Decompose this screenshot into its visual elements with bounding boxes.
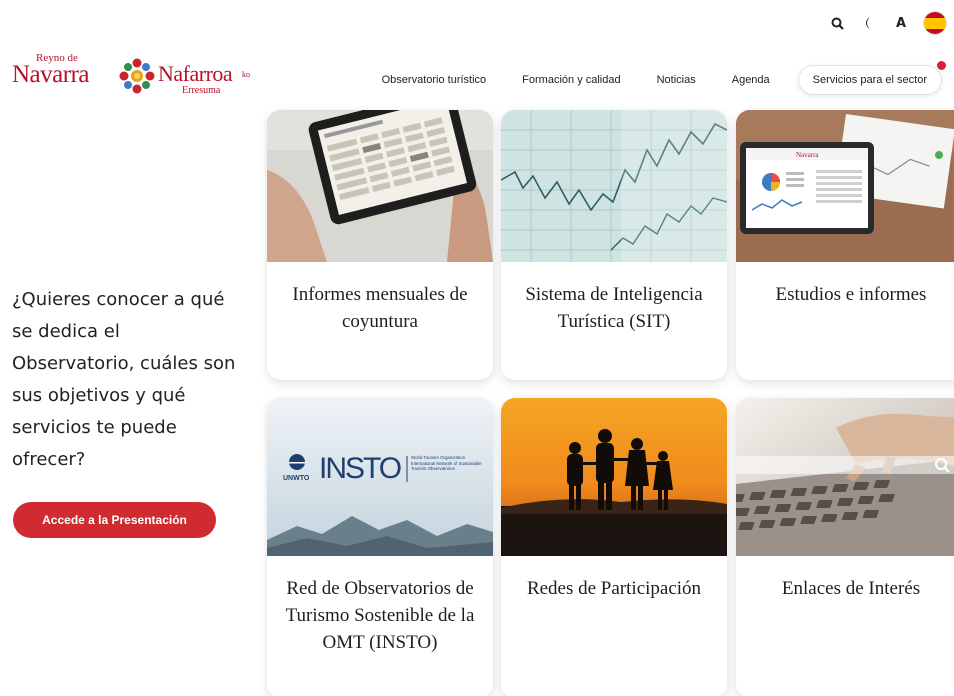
card-image-family-sunset [501, 398, 727, 556]
font-size-toggle[interactable]: A [892, 14, 910, 32]
logo[interactable]: Reyno de Navarra Nafarroa ko Erresuma [12, 52, 262, 102]
card-sistema-inteligencia[interactable]: Sistema de Inteligencia Turística (SIT) [501, 110, 727, 380]
nav-agenda[interactable]: Agenda [732, 74, 770, 86]
utility-bar: A [828, 12, 946, 34]
logo-erresuma: Erresuma [182, 85, 221, 96]
card-image-tablet-report [267, 110, 493, 262]
card-estudios-informes[interactable]: Navarra Estudios e informes [736, 110, 954, 380]
card-image-insto: UNWTO INSTO World Tourism Organization I… [267, 398, 493, 556]
spain-flag-icon[interactable] [924, 12, 946, 34]
card-title: Informes mensuales de coyuntura [292, 284, 468, 332]
card-title: Enlaces de Interés [781, 578, 921, 599]
tablet-logo-text: Navarra [796, 151, 819, 159]
card-image-stock-chart [501, 110, 727, 262]
card-image-dashboard: Navarra [736, 110, 954, 262]
notification-dot [937, 61, 946, 70]
insto-caption-text: World Tourism Organization International… [411, 455, 482, 472]
card-title: Sistema de Inteligencia Turística (SIT) [525, 284, 703, 332]
presentation-button[interactable]: Accede a la Presentación [13, 502, 216, 538]
intro-text: ¿Quieres conocer a qué se dedica el Obse… [12, 289, 236, 470]
card-title: Red de Observatorios de Turismo Sostenib… [285, 578, 475, 653]
nav-formacion[interactable]: Formación y calidad [522, 74, 620, 86]
logo-emblem-icon [119, 58, 155, 94]
insto-name-text: INSTO [319, 452, 401, 485]
card-red-observatorios[interactable]: UNWTO INSTO World Tourism Organization I… [267, 398, 493, 696]
search-icon[interactable] [828, 14, 846, 32]
logo-nafarroa: Nafarroa [158, 61, 233, 86]
services-button-label: Servicios para el sector [812, 74, 927, 86]
card-informes-mensuales[interactable]: Informes mensuales de coyuntura [267, 110, 493, 380]
card-enlaces-interes[interactable]: Enlaces de Interés [736, 398, 954, 696]
logo-navarra: Navarra [12, 61, 90, 88]
main-nav: Observatorio turístico Formación y calid… [382, 61, 946, 95]
card-title: Estudios e informes [775, 284, 927, 305]
card-image-laptop [736, 398, 954, 556]
moon-icon[interactable] [860, 14, 878, 32]
insto-brand-text: UNWTO [283, 475, 310, 482]
nav-observatorio[interactable]: Observatorio turístico [382, 74, 487, 86]
card-redes-participacion[interactable]: Redes de Participación [501, 398, 727, 696]
nav-noticias[interactable]: Noticias [657, 74, 696, 86]
logo-ko: ko [242, 70, 250, 79]
card-title: Redes de Participación [526, 578, 702, 599]
services-button[interactable]: Servicios para el sector [797, 61, 946, 95]
